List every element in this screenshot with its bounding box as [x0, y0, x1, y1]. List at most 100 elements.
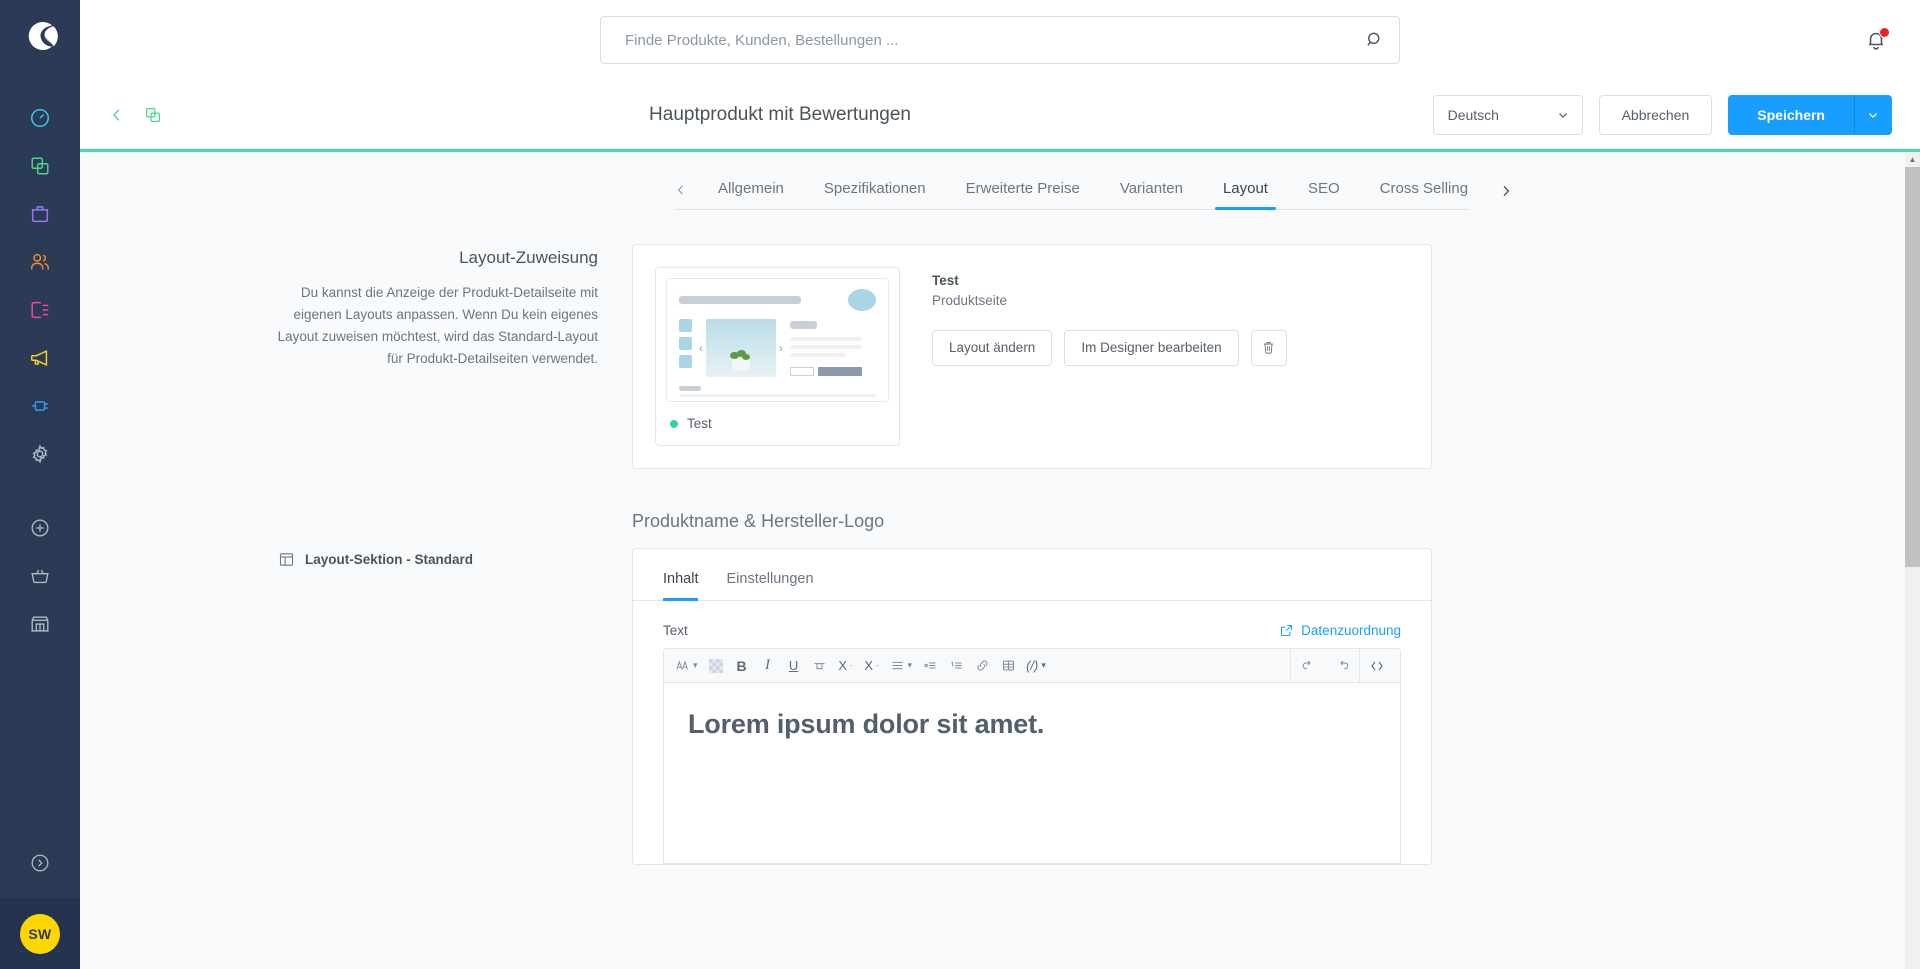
align-icon[interactable]: ▾: [885, 649, 918, 683]
subscript-icon[interactable]: X ·: [859, 649, 885, 683]
sidebar-item-add[interactable]: [0, 504, 80, 552]
sidebar-item-basket[interactable]: [0, 552, 80, 600]
language-select-value: Deutsch: [1447, 106, 1499, 123]
sidebar-item-catalogues[interactable]: [0, 142, 80, 190]
layout-block-section: Layout-Sektion - Standard Produktname & …: [80, 511, 1920, 865]
layout-block-aside: Layout-Sektion - Standard: [260, 511, 632, 865]
layout-meta-actions: Layout ändern Im Designer bearbeiten: [932, 329, 1287, 366]
collapse-sidebar-button[interactable]: [29, 852, 51, 874]
layout-assignment-title: Layout-Zuweisung: [459, 248, 598, 267]
rte-content-area[interactable]: Lorem ipsum dolor sit amet.: [664, 683, 1400, 863]
sub-tab-einstellungen[interactable]: Einstellungen: [712, 571, 827, 600]
plus-circle-icon: [29, 517, 51, 539]
layout-preview-card[interactable]: ‹ › Test: [655, 267, 900, 446]
font-style-icon[interactable]: ▾: [670, 649, 703, 683]
bold-icon[interactable]: B: [729, 649, 755, 683]
search-icon[interactable]: [1365, 30, 1385, 50]
back-button[interactable]: [108, 106, 126, 124]
sidebar-item-marketing[interactable]: [0, 334, 80, 382]
layout-preview-label: Test: [687, 416, 712, 431]
notifications-button[interactable]: [1864, 27, 1890, 52]
undo-icon[interactable]: [1291, 649, 1325, 683]
chevron-right-circle-icon: [29, 852, 51, 874]
layout-preview-thumbnail: ‹ ›: [666, 278, 889, 402]
link-icon[interactable]: [969, 649, 995, 683]
edit-in-designer-button[interactable]: Im Designer bearbeiten: [1064, 329, 1239, 366]
duplicate-button[interactable]: [144, 106, 162, 124]
notification-badge: [1879, 27, 1890, 38]
toolbar-left: [108, 106, 162, 124]
global-search: [600, 16, 1400, 64]
scrollbar-thumb[interactable]: [1905, 167, 1920, 567]
product-image-placeholder: [706, 319, 776, 377]
sidebar: SW: [0, 0, 80, 969]
delete-layout-button[interactable]: [1250, 329, 1287, 366]
tab-navigation: Allgemein Spezifikationen Erweiterte Pre…: [674, 152, 1510, 210]
code-inline-icon[interactable]: (/) ▾: [1021, 649, 1051, 683]
vertical-scrollbar[interactable]: ▲: [1905, 152, 1920, 969]
search-input[interactable]: [623, 30, 1365, 50]
sidebar-item-settings[interactable]: [0, 430, 80, 478]
status-dot-icon: [670, 419, 678, 428]
header-bar: [80, 0, 1920, 80]
underline-icon[interactable]: U: [781, 649, 807, 683]
tabs-next-button[interactable]: [1488, 183, 1514, 209]
change-layout-button[interactable]: Layout ändern: [932, 329, 1053, 366]
copy-icon: [144, 106, 162, 124]
language-select[interactable]: Deutsch: [1432, 94, 1583, 135]
text-color-icon[interactable]: [703, 649, 729, 683]
tab-varianten[interactable]: Varianten: [1100, 180, 1203, 209]
strikethrough-icon[interactable]: [807, 649, 833, 683]
megaphone-icon: [29, 347, 51, 369]
shopware-logo[interactable]: [22, 18, 58, 54]
sidebar-item-customers[interactable]: [0, 238, 80, 286]
user-menu[interactable]: SW: [0, 898, 80, 969]
table-icon[interactable]: [995, 649, 1021, 683]
cancel-button[interactable]: Abbrechen: [1598, 94, 1713, 135]
sidebar-nav: [0, 94, 80, 648]
chevron-left-icon: [108, 106, 126, 124]
rte-toolbar-right: [1290, 649, 1394, 683]
gauge-icon: [29, 107, 51, 129]
sidebar-item-storefront[interactable]: [0, 600, 80, 648]
app-root: SW Finde Produkte, Kunden, Bestellungen …: [0, 0, 1920, 969]
tab-erweiterte-preise[interactable]: Erweiterte Preise: [946, 180, 1100, 209]
layout-section-label-row: Layout-Sektion - Standard: [260, 551, 598, 568]
tabs-prev-button[interactable]: [674, 183, 698, 209]
avatar[interactable]: SW: [20, 913, 60, 954]
data-mapping-link[interactable]: Datenzuordnung: [1279, 623, 1401, 638]
layout-assignment-card: ‹ › Test Test Produktseite Layout ändern…: [632, 244, 1432, 469]
layout-columns-icon: [278, 551, 295, 568]
sub-tab-inhalt[interactable]: Inhalt: [663, 571, 712, 601]
tab-seo[interactable]: SEO: [1288, 180, 1360, 209]
sidebar-item-dashboard[interactable]: [0, 94, 80, 142]
sidebar-bottom: SW: [0, 852, 80, 969]
sidebar-item-orders[interactable]: [0, 190, 80, 238]
italic-icon[interactable]: I: [755, 649, 781, 683]
tab-cross-selling[interactable]: Cross Selling: [1360, 180, 1488, 209]
tab-spezifikationen[interactable]: Spezifikationen: [804, 180, 946, 209]
source-code-icon[interactable]: [1360, 649, 1394, 683]
save-options-button[interactable]: [1854, 94, 1892, 135]
numbered-list-icon[interactable]: [943, 649, 969, 683]
sidebar-item-content[interactable]: [0, 286, 80, 334]
rte-toolbar: ▾ B I U X · X · ▾ (/) ▾: [664, 649, 1400, 683]
chevron-down-icon: [1556, 108, 1570, 122]
block-sub-tabs: Inhalt Einstellungen: [633, 549, 1431, 601]
search-box[interactable]: [600, 16, 1400, 64]
content-scroll-gutter: [1889, 152, 1905, 969]
tab-layout[interactable]: Layout: [1203, 180, 1288, 210]
scroll-up-button[interactable]: ▲: [1905, 152, 1920, 167]
redo-icon[interactable]: [1325, 649, 1359, 683]
rich-text-editor: ▾ B I U X · X · ▾ (/) ▾ Lorem ipsum dolo…: [663, 648, 1401, 864]
superscript-icon[interactable]: X ·: [833, 649, 859, 683]
tab-allgemein[interactable]: Allgemein: [698, 180, 804, 209]
layout-assignment-aside: Layout-Zuweisung Du kannst die Anzeige d…: [260, 244, 632, 469]
save-button[interactable]: Speichern: [1728, 94, 1854, 135]
store-icon: [29, 613, 51, 635]
sidebar-item-extensions[interactable]: [0, 382, 80, 430]
content-inner: Allgemein Spezifikationen Erweiterte Pre…: [80, 152, 1920, 865]
bullet-list-icon[interactable]: [917, 649, 943, 683]
text-field-header: Text Datenzuordnung: [633, 601, 1431, 648]
layout-assignment-section: Layout-Zuweisung Du kannst die Anzeige d…: [80, 244, 1920, 469]
